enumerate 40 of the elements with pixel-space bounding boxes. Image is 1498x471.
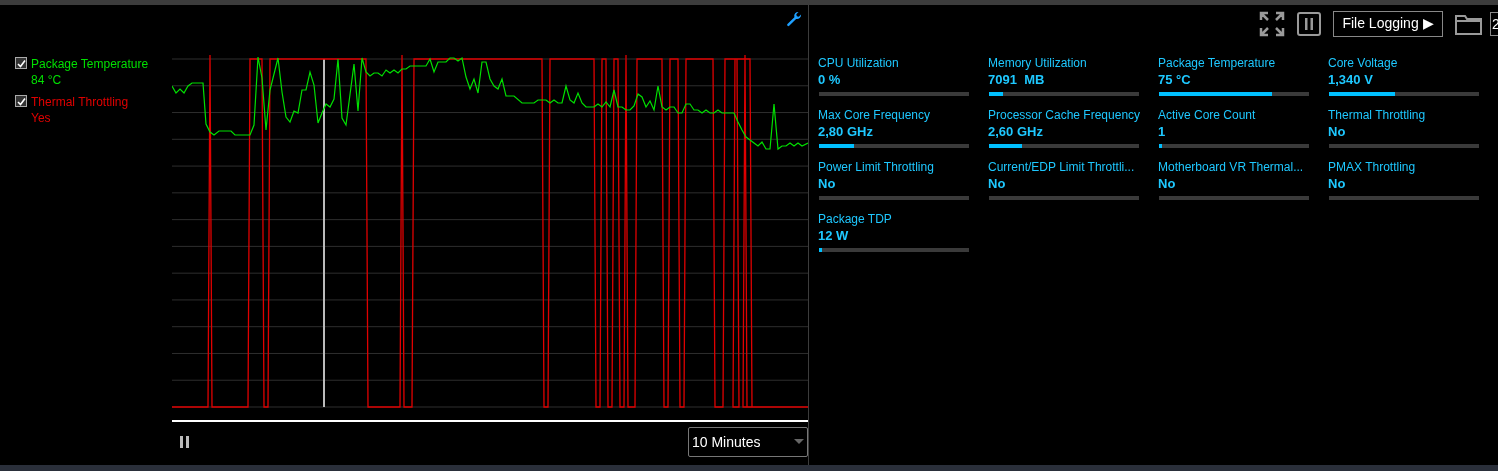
file-logging-button[interactable]: File Logging ▶ [1333,10,1443,37]
metric-value: 12 W [818,227,850,244]
metric-label: Max Core Frequency [818,108,932,123]
metric-label: Processor Cache Frequency [988,108,1140,123]
metric-label: Active Core Count [1158,108,1257,123]
metric-value: 1,340 V [1328,71,1374,88]
metric-value: 7091 MB [988,71,1046,88]
metric-label: CPU Utilization [818,56,900,71]
checkbox[interactable] [15,95,27,107]
checkbox[interactable] [15,57,27,69]
metric-label: Power Limit Throttling [818,160,935,175]
metric-value: 1 [1158,123,1167,140]
series-value: 84 °C [31,72,63,88]
metric-label: Current/EDP Limit Throttli... [988,160,1136,175]
metric-value: 2,60 GHz [988,123,1044,140]
metric-value: No [1328,123,1347,140]
pause-icon[interactable] [179,435,191,449]
folder-icon[interactable] [1455,12,1482,35]
series-label: Thermal Throttling [31,94,129,110]
metric-label: Memory Utilization [988,56,1088,71]
metric-label: Core Voltage [1328,56,1399,71]
metric-value: No [1158,175,1177,192]
metric-value: 75 °C [1158,71,1192,88]
metric-value: 0 % [818,71,842,88]
metric-value: No [988,175,1007,192]
expand-icon[interactable] [1259,10,1285,37]
metric-value: 2,80 GHz [818,123,874,140]
metric-label: Package Temperature [1158,56,1277,71]
series-label: Package Temperature [31,56,149,72]
caret-icon [794,439,804,445]
wrench-icon[interactable] [786,11,802,27]
time-range-dropdown[interactable]: 10 Minutes [688,427,808,457]
pause-icon[interactable] [1297,11,1321,36]
metric-value: No [818,175,837,192]
series-value: Yes [31,110,52,126]
metric-label: Thermal Throttling [1328,108,1427,123]
metric-value: No [1328,175,1347,192]
metric-label: PMAX Throttling [1328,160,1417,175]
metric-label: Package TDP [818,212,893,227]
metric-label: Motherboard VR Thermal... [1158,160,1305,175]
